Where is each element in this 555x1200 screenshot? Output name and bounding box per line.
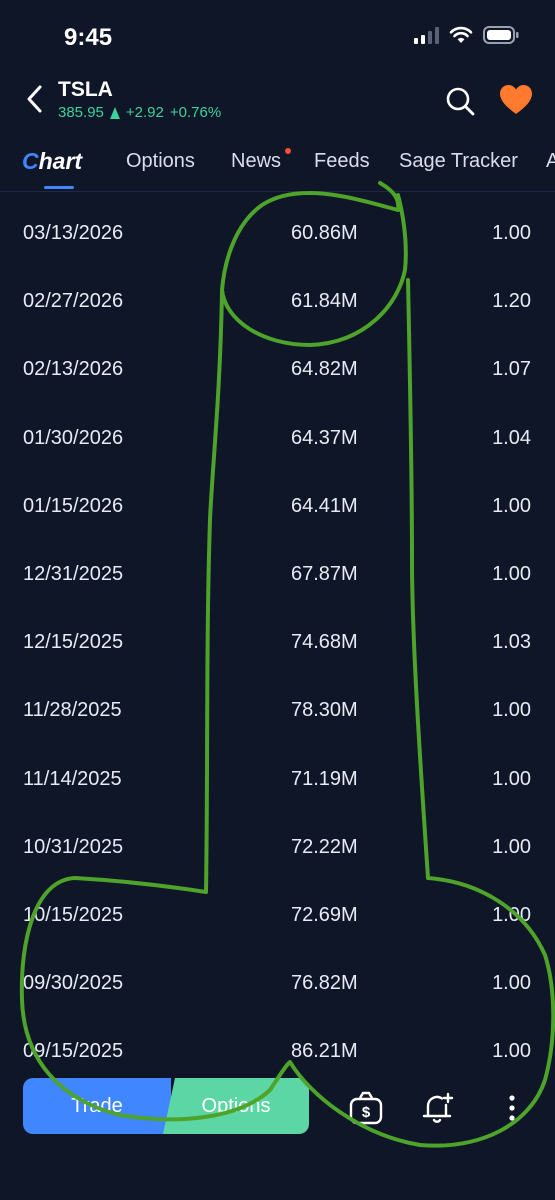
tab-chart-prefix: C xyxy=(22,148,39,174)
row-date: 12/15/2025 xyxy=(23,631,124,654)
row-ratio: 1.04 xyxy=(492,426,531,449)
row-date: 11/14/2025 xyxy=(23,767,122,790)
table-row[interactable]: 11/28/2025 78.30M 1.00 xyxy=(0,673,555,741)
table-row[interactable]: 03/13/2026 60.86M 1.00 xyxy=(0,196,555,264)
stock-header: TSLA 385.95 +2.92 +0.76% xyxy=(0,76,555,132)
row-date: 01/15/2026 xyxy=(23,494,124,517)
row-date: 09/15/2025 xyxy=(23,1040,124,1063)
battery-icon xyxy=(483,26,519,44)
price-change: +2.92 xyxy=(125,104,164,121)
row-date: 01/30/2026 xyxy=(23,426,124,449)
table-row[interactable]: 10/15/2025 72.69M 1.00 xyxy=(0,878,555,946)
trade-button[interactable]: Trade xyxy=(23,1078,171,1134)
row-ratio: 1.00 xyxy=(492,699,531,722)
tab-chart[interactable]: Chart xyxy=(22,148,82,175)
row-volume: 64.41M xyxy=(291,494,358,517)
favorite-button[interactable] xyxy=(499,84,533,118)
back-button[interactable] xyxy=(18,82,52,116)
bell-plus-icon xyxy=(422,1092,454,1123)
table-row[interactable]: 02/27/2026 61.84M 1.20 xyxy=(0,264,555,332)
active-tab-indicator xyxy=(44,186,74,189)
search-button[interactable] xyxy=(443,84,477,118)
cellular-signal-icon xyxy=(414,26,439,44)
bottom-action-bar: Trade Options $ xyxy=(0,1066,555,1156)
news-notification-dot xyxy=(285,148,291,154)
row-volume: 71.19M xyxy=(291,767,358,790)
history-list: 03/13/2026 60.86M 1.00 02/27/2026 61.84M 1.20… xyxy=(0,196,555,1082)
row-ratio: 1.00 xyxy=(492,972,531,995)
row-volume: 72.69M xyxy=(291,903,358,926)
row-ratio: 1.00 xyxy=(492,562,531,585)
row-volume: 78.30M xyxy=(291,699,358,722)
row-ratio: 1.03 xyxy=(492,631,531,654)
row-volume: 86.21M xyxy=(291,1040,358,1063)
tab-feeds[interactable]: Feeds xyxy=(314,150,370,173)
row-volume: 74.68M xyxy=(291,631,358,654)
table-row[interactable]: 10/31/2025 72.22M 1.00 xyxy=(0,810,555,878)
price-alert-button[interactable] xyxy=(420,1090,456,1126)
row-ratio: 1.00 xyxy=(492,222,531,244)
table-row[interactable]: 02/13/2026 64.82M 1.07 xyxy=(0,332,555,400)
search-icon xyxy=(446,87,475,116)
row-date: 09/30/2025 xyxy=(23,972,124,995)
tab-bar: Chart Options News Feeds Sage Tracker A xyxy=(0,138,555,192)
row-date: 02/27/2026 xyxy=(23,290,124,313)
tab-chart-label: hart xyxy=(38,148,83,174)
row-volume: 76.82M xyxy=(291,972,358,995)
heart-icon xyxy=(500,85,532,114)
price: 385.95 xyxy=(58,104,104,121)
row-ratio: 1.00 xyxy=(492,767,531,790)
row-volume: 72.22M xyxy=(291,835,358,858)
status-time: 9:45 xyxy=(64,24,113,51)
table-row[interactable]: 11/14/2025 71.19M 1.00 xyxy=(0,742,555,810)
status-icons xyxy=(414,26,519,44)
table-row[interactable]: 09/30/2025 76.82M 1.00 xyxy=(0,946,555,1014)
row-volume: 64.37M xyxy=(291,426,358,449)
quote-line: 385.95 +2.92 +0.76% xyxy=(58,104,221,121)
table-row[interactable]: 12/15/2025 74.68M 1.03 xyxy=(0,605,555,673)
row-ratio: 1.07 xyxy=(492,358,531,381)
table-row[interactable]: 01/15/2026 64.41M 1.00 xyxy=(0,469,555,537)
row-ratio: 1.00 xyxy=(492,494,531,517)
row-date: 12/31/2025 xyxy=(23,562,124,585)
options-button[interactable]: Options xyxy=(163,1078,309,1134)
row-volume: 64.82M xyxy=(291,358,358,381)
money-icon: $ xyxy=(349,1091,383,1125)
row-ratio: 1.20 xyxy=(492,290,531,313)
tab-sage-tracker[interactable]: Sage Tracker xyxy=(399,150,518,173)
row-date: 03/13/2026 xyxy=(23,222,124,244)
row-date: 10/31/2025 xyxy=(23,835,124,858)
ticker-symbol: TSLA xyxy=(58,78,113,101)
row-volume: 60.86M xyxy=(291,222,358,244)
chevron-left-icon xyxy=(27,85,42,113)
row-date: 11/28/2025 xyxy=(23,699,122,722)
row-ratio: 1.00 xyxy=(492,835,531,858)
table-row[interactable]: 12/31/2025 67.87M 1.00 xyxy=(0,537,555,605)
tab-options[interactable]: Options xyxy=(126,150,195,173)
row-volume: 61.84M xyxy=(291,290,358,313)
row-ratio: 1.00 xyxy=(492,903,531,926)
tab-news[interactable]: News xyxy=(231,150,281,173)
more-button[interactable] xyxy=(494,1090,530,1126)
tab-more[interactable]: A xyxy=(546,150,555,173)
price-change-percent: +0.76% xyxy=(169,104,222,121)
wifi-icon xyxy=(449,26,473,43)
row-date: 02/13/2026 xyxy=(23,358,124,381)
row-date: 10/15/2025 xyxy=(23,903,124,926)
home-indicator xyxy=(186,1178,370,1184)
status-bar: 9:45 xyxy=(0,0,555,70)
table-row[interactable]: 01/30/2026 64.37M 1.04 xyxy=(0,401,555,469)
up-arrow-icon xyxy=(109,106,120,119)
more-vertical-icon xyxy=(509,1095,515,1121)
money-button[interactable]: $ xyxy=(348,1090,384,1126)
screen: 9:45 TSLA 385.95 +2.92 +0.76% Chart Opti… xyxy=(0,0,555,1200)
row-volume: 67.87M xyxy=(291,562,358,585)
svg-text:$: $ xyxy=(362,1104,371,1121)
row-ratio: 1.00 xyxy=(492,1040,531,1063)
